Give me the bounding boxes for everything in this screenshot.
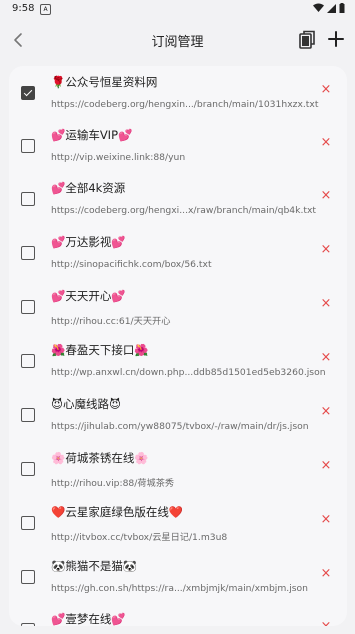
subscription-name: 💕运输车VIP💕 xyxy=(51,128,133,142)
document-icon[interactable] xyxy=(297,29,317,51)
delete-icon[interactable]: × xyxy=(319,188,333,203)
subscription-row[interactable]: ❤️云星家庭绿色版在线❤️ http://itvbox.cc/tvbox/云星日… xyxy=(9,498,347,551)
subscription-list: 🌹公众号恒星资料网 https://codeberg.org/hengxin..… xyxy=(9,66,347,626)
subscription-row[interactable]: 😈心魔线路😈 https://jihulab.com/yw88075/tvbox… xyxy=(9,390,347,443)
subscription-url: http://vip.weixine.link:88/yun xyxy=(51,152,186,163)
subscription-row[interactable]: 💕万达影视💕 http://sinopacifichk.com/box/56.t… xyxy=(9,228,347,281)
subscription-checkbox[interactable] xyxy=(21,246,35,260)
notification-icon: A xyxy=(40,4,51,15)
subscription-name: 😈心魔线路😈 xyxy=(51,397,121,411)
subscription-name: 🌺春盈天下接口🌺 xyxy=(51,343,149,357)
subscription-name: 💕天天开心💕 xyxy=(51,289,126,303)
subscription-name: ❤️云星家庭绿色版在线❤️ xyxy=(51,505,184,519)
subscription-checkbox[interactable] xyxy=(21,462,35,476)
subscription-url: http://rihou.cc:61/天天开心 xyxy=(51,316,171,327)
subscription-checkbox[interactable] xyxy=(21,300,35,314)
wifi-icon xyxy=(313,3,324,12)
subscription-checkbox[interactable] xyxy=(21,623,35,626)
subscription-row[interactable]: 💕壹梦在线💕 × xyxy=(9,605,347,626)
subscription-row[interactable]: 🌸荷城茶锈在线🌸 http://rihou.vip:88/荷城茶秀 × xyxy=(9,444,347,497)
subscription-url: https://jihulab.com/yw88075/tvbox/-/raw/… xyxy=(51,421,309,432)
subscription-row[interactable]: 💕全部4k资源 https://codeberg.org/hengxi...x/… xyxy=(9,174,347,227)
delete-icon[interactable]: × xyxy=(319,566,333,581)
subscription-row[interactable]: 💕天天开心💕 http://rihou.cc:61/天天开心 × xyxy=(9,282,347,335)
status-time: 9:58 xyxy=(12,3,35,14)
subscription-url: https://gh.con.sh/https://ra.../xmbjmjk/… xyxy=(51,583,308,594)
subscription-checkbox[interactable] xyxy=(21,192,35,206)
add-icon[interactable] xyxy=(325,28,347,50)
subscription-row[interactable]: 🐼熊猫不是猫🐼 https://gh.con.sh/https://ra.../… xyxy=(9,552,347,605)
subscription-checkbox[interactable] xyxy=(21,516,35,530)
subscription-url: http://wp.anxwl.cn/down.php...ddb85d1501… xyxy=(51,367,326,378)
delete-icon[interactable]: × xyxy=(319,404,333,419)
subscription-url: https://codeberg.org/hengxin.../branch/m… xyxy=(51,99,319,110)
delete-icon[interactable]: × xyxy=(319,135,333,150)
signal-icon xyxy=(327,4,336,13)
subscription-name: 🌸荷城茶锈在线🌸 xyxy=(51,451,149,465)
delete-icon[interactable]: × xyxy=(319,296,333,311)
subscription-url: http://rihou.vip:88/荷城茶秀 xyxy=(51,478,175,489)
status-icons xyxy=(313,3,345,13)
subscription-name: 💕全部4k资源 xyxy=(51,181,126,195)
battery-icon xyxy=(339,3,345,13)
subscription-checkbox[interactable] xyxy=(21,408,35,422)
subscription-row[interactable]: 💕运输车VIP💕 http://vip.weixine.link:88/yun … xyxy=(9,121,347,174)
subscription-checkbox[interactable] xyxy=(21,354,35,368)
subscription-checkbox[interactable] xyxy=(21,86,35,100)
delete-icon[interactable]: × xyxy=(319,458,333,473)
delete-icon[interactable]: × xyxy=(319,242,333,257)
app-bar: 订阅管理 xyxy=(0,20,355,60)
delete-icon[interactable]: × xyxy=(319,619,333,626)
subscription-row[interactable]: 🌹公众号恒星资料网 https://codeberg.org/hengxin..… xyxy=(9,68,347,121)
subscription-url: http://sinopacifichk.com/box/56.txt xyxy=(51,259,212,270)
subscription-checkbox[interactable] xyxy=(21,570,35,584)
subscription-checkbox[interactable] xyxy=(21,139,35,153)
subscription-row[interactable]: 🌺春盈天下接口🌺 http://wp.anxwl.cn/down.php...d… xyxy=(9,336,347,389)
subscription-name: 💕壹梦在线💕 xyxy=(51,612,126,626)
subscription-name: 💕万达影视💕 xyxy=(51,235,126,249)
delete-icon[interactable]: × xyxy=(319,82,333,97)
delete-icon[interactable]: × xyxy=(319,350,333,365)
subscription-name: 🐼熊猫不是猫🐼 xyxy=(51,559,138,573)
status-bar: 9:58 A xyxy=(0,0,355,20)
subscription-url: http://itvbox.cc/tvbox/云星日记/1.m3u8 xyxy=(51,532,228,543)
delete-icon[interactable]: × xyxy=(319,512,333,527)
subscription-url: https://codeberg.org/hengxi...x/raw/bran… xyxy=(51,205,317,216)
subscription-name: 🌹公众号恒星资料网 xyxy=(51,75,158,89)
